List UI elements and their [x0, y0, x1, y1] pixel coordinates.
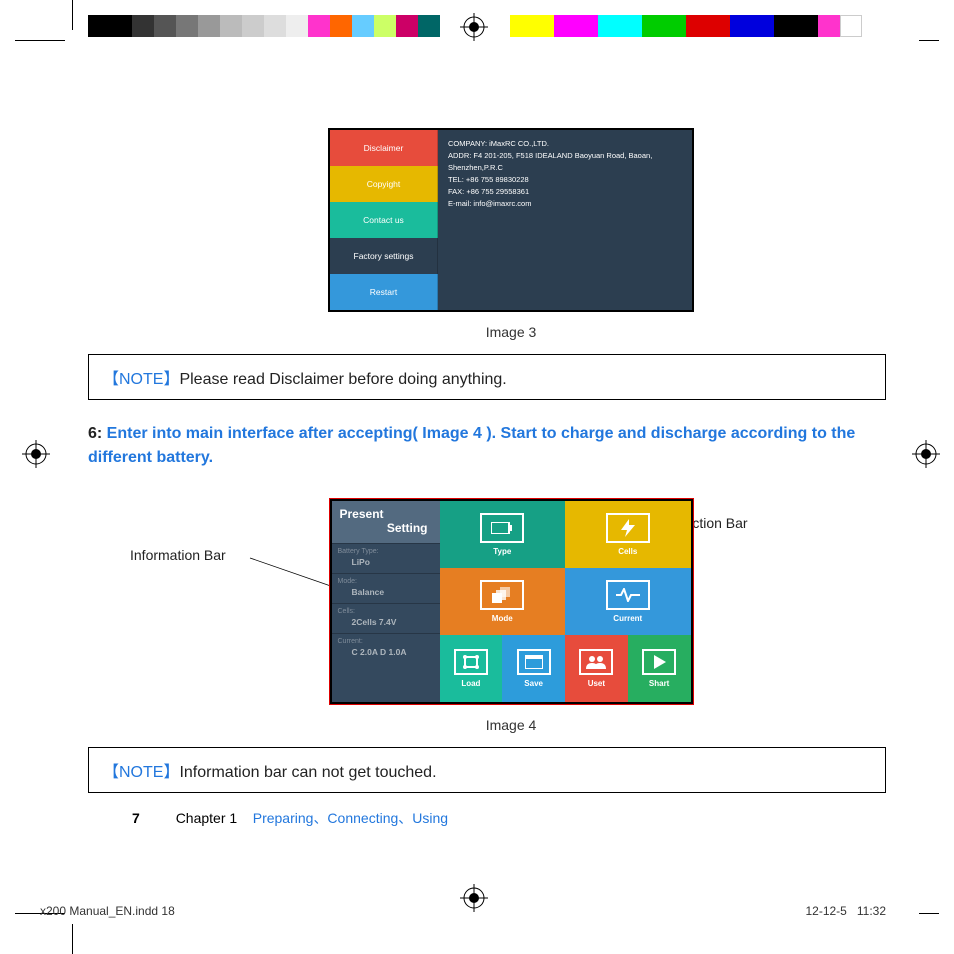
- contact-us-button: Contact us: [330, 202, 438, 238]
- action-bar: Type Cells Mode Current: [440, 501, 691, 702]
- pulse-icon: [606, 580, 650, 610]
- load-tile: Load: [440, 635, 503, 702]
- chapter-footer: 7 Chapter 1 Preparing、Connecting、Using: [132, 808, 448, 828]
- users-icon: [579, 649, 613, 675]
- mode-tile: Mode: [440, 568, 566, 635]
- registration-target-icon: [460, 13, 488, 41]
- stack-icon: [480, 580, 524, 610]
- image-4-screenshot: Present Setting Battery Type:LiPo Mode:B…: [329, 498, 694, 705]
- current-tile: Current: [565, 568, 691, 635]
- copyright-button: Copyight: [330, 166, 438, 202]
- cells-tile: Cells: [565, 501, 691, 568]
- color-bar-right: [510, 15, 862, 37]
- company-info: COMPANY: iMaxRC CO.,LTD. ADDR: F4 201-20…: [438, 130, 692, 310]
- information-bar: Present Setting Battery Type:LiPo Mode:B…: [332, 501, 440, 702]
- restart-button: Restart: [330, 274, 438, 310]
- type-tile: Type: [440, 501, 566, 568]
- save-icon: [517, 649, 551, 675]
- image-3-screenshot: Disclaimer Copyight Contact us Factory s…: [328, 128, 694, 312]
- note-1: 【NOTE】Please read Disclaimer before doin…: [88, 354, 886, 400]
- image-4-caption: Image 4: [88, 717, 934, 733]
- save-tile: Save: [502, 635, 565, 702]
- registration-target-icon: [22, 440, 50, 468]
- color-bar-left: [88, 15, 440, 37]
- factory-settings-button: Factory settings: [330, 238, 438, 274]
- disclaimer-button: Disclaimer: [330, 130, 438, 166]
- shart-tile: Shart: [628, 635, 691, 702]
- image-3-caption: Image 3: [88, 324, 934, 340]
- bolt-icon: [606, 513, 650, 543]
- note-2: 【NOTE】Information bar can not get touche…: [88, 747, 886, 793]
- information-bar-label: Information Bar: [130, 547, 226, 563]
- battery-icon: [480, 513, 524, 543]
- print-slug: x200 Manual_EN.indd 18 12-12-5 11:32: [40, 904, 934, 918]
- step-6-heading: 6: Enter into main interface after accep…: [88, 422, 886, 470]
- load-icon: [454, 649, 488, 675]
- play-icon: [642, 649, 676, 675]
- uset-tile: Uset: [565, 635, 628, 702]
